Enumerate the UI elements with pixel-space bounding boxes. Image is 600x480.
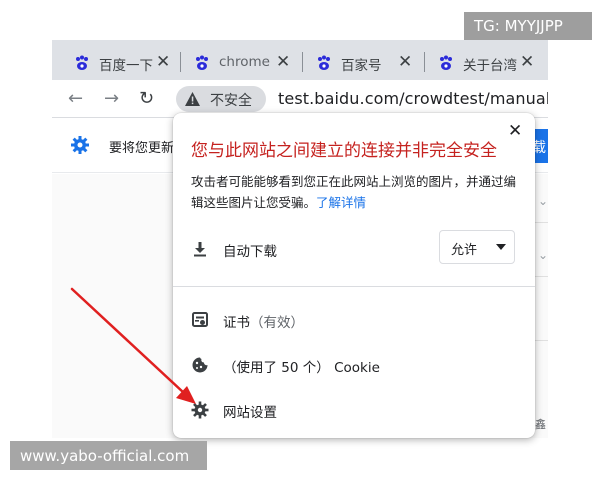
baidu-paw-icon — [440, 55, 452, 70]
cookie-icon — [192, 357, 208, 373]
security-label: 不安全 — [210, 93, 252, 109]
tab-label: 百家号 — [341, 58, 382, 74]
dropdown-arrow-icon — [496, 244, 506, 250]
cookie-count: （使用了 50 个） — [223, 360, 330, 376]
chevron-down-icon[interactable]: ⌄ — [538, 194, 548, 208]
baidu-paw-icon — [76, 55, 88, 70]
popup-description: 攻击者可能能够看到您正在此网站上浏览的图片，并通过编辑这些图片让您受骗。了解详情 — [191, 171, 521, 213]
tab-close-icon[interactable]: ✕ — [276, 52, 290, 72]
certificate-status: （有效） — [250, 315, 304, 331]
popup-title: 您与此网站之间建立的连接并非完全安全 — [191, 141, 497, 161]
certificate-row[interactable]: 证书（有效） — [191, 311, 304, 331]
security-indicator-button[interactable]: 不安全 — [176, 86, 266, 112]
gear-icon — [71, 136, 89, 154]
url-text[interactable]: test.baidu.com/crowdtest/manualTe — [278, 89, 548, 108]
warning-triangle-icon — [185, 92, 200, 106]
auto-download-row: 自动下载 — [191, 240, 277, 260]
learn-more-link[interactable]: 了解详情 — [316, 195, 366, 210]
page-side-text: 鑫 — [535, 418, 546, 431]
close-icon[interactable]: ✕ — [508, 121, 522, 141]
cookie-row[interactable]: （使用了 50 个） Cookie — [191, 356, 380, 376]
auto-download-label: 自动下载 — [223, 244, 277, 260]
tab-label: 百度一下 — [99, 58, 153, 74]
watermark-bottom: www.yabo-official.com — [10, 441, 207, 470]
gear-icon — [191, 401, 209, 419]
watermark-top: TG: MYYJJPP — [464, 12, 592, 40]
tab-strip: 百度一下 ✕ chrome ✕ 百家号 ✕ 关于台湾 ✕ — [52, 40, 548, 80]
reload-icon[interactable]: ↻ — [139, 88, 154, 109]
tab-chrome[interactable]: chrome ✕ — [172, 46, 298, 80]
download-icon — [194, 242, 206, 257]
tab-label: 关于台湾 — [463, 58, 517, 74]
tab-label: chrome — [219, 54, 270, 70]
download-permission-select[interactable]: 允许 — [439, 230, 515, 264]
cookie-label: （使用了 50 个） Cookie — [223, 356, 380, 376]
tab-close-icon[interactable]: ✕ — [156, 52, 170, 72]
forward-arrow-icon[interactable]: → — [104, 88, 119, 109]
back-arrow-icon[interactable]: ← — [68, 88, 83, 109]
section-divider — [173, 286, 535, 287]
tab-close-icon[interactable]: ✕ — [398, 52, 412, 72]
baidu-paw-icon — [196, 55, 208, 70]
site-info-popup: ✕ 您与此网站之间建立的连接并非完全安全 攻击者可能能够看到您正在此网站上浏览的… — [173, 113, 535, 438]
site-settings-label: 网站设置 — [223, 405, 277, 421]
certificate-icon — [192, 312, 208, 327]
cookie-text: Cookie — [334, 360, 380, 376]
tab-close-icon[interactable]: ✕ — [520, 52, 534, 72]
chevron-down-icon[interactable]: ⌄ — [538, 248, 548, 262]
baidu-paw-icon — [318, 55, 330, 70]
update-message: 要将您更新 — [109, 141, 175, 156]
certificate-label: 证书（有效） — [223, 311, 304, 331]
tab-taiwan[interactable]: 关于台湾 ✕ — [416, 46, 548, 80]
tab-baijiahao[interactable]: 百家号 ✕ — [294, 46, 420, 80]
certificate-text: 证书 — [223, 315, 250, 331]
select-value: 允许 — [451, 243, 478, 258]
tab-baidu[interactable]: 百度一下 ✕ — [52, 46, 178, 80]
site-settings-row[interactable]: 网站设置 — [191, 401, 277, 421]
